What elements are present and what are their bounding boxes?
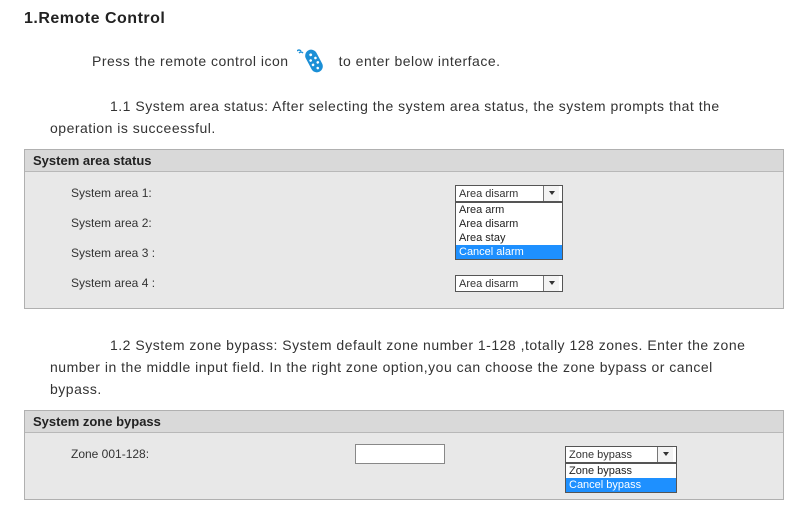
option-zone-bypass[interactable]: Zone bypass [566,464,676,478]
label-system-area-1: System area 1: [25,186,455,200]
zone-number-input[interactable] [355,444,445,464]
intro-after: to enter below interface. [339,53,501,69]
label-system-area-4: System area 4 : [25,276,455,290]
intro-before: Press the remote control icon [92,53,289,69]
chevron-down-icon [657,447,673,462]
option-cancel-alarm[interactable]: Cancel alarm [456,245,562,259]
label-system-area-3: System area 3 : [25,246,455,260]
panel-system-zone-bypass: System zone bypass Zone 001-128: Zone by… [24,410,784,500]
dropdown-zone-bypass: Zone bypass Cancel bypass [565,463,677,493]
heading-remote-control: 1.Remote Control [24,10,788,28]
section-1-2-text: 1.2 System zone bypass: System default z… [50,335,758,400]
option-area-stay[interactable]: Area stay [456,231,562,245]
option-cancel-bypass[interactable]: Cancel bypass [566,478,676,492]
option-area-disarm[interactable]: Area disarm [456,217,562,231]
row-system-area-4: System area 4 : Area disarm [25,268,783,298]
row-system-area-2: System area 2: [25,208,783,238]
select-system-area-1[interactable]: Area disarm [455,185,563,202]
remote-control-icon [297,46,331,76]
panel-system-area-status: System area status System area 1: Area d… [24,149,784,309]
row-system-area-1: System area 1: Area disarm Area arm Area… [25,178,783,208]
select-zone-bypass[interactable]: Zone bypass [565,446,677,463]
select-system-area-4[interactable]: Area disarm [455,275,563,292]
chevron-down-icon [543,186,559,201]
panel-header-zone-bypass: System zone bypass [25,411,783,433]
panel-header-area-status: System area status [25,150,783,172]
dropdown-system-area-1: Area arm Area disarm Area stay Cancel al… [455,202,563,260]
label-system-area-2: System area 2: [25,216,455,230]
row-zone-bypass: Zone 001-128: Zone bypass Zone bypass Ca… [25,439,783,469]
option-area-arm[interactable]: Area arm [456,203,562,217]
section-1-1-text: 1.1 System area status: After selecting … [50,96,758,139]
chevron-down-icon [543,276,559,291]
label-zone-range: Zone 001-128: [25,447,355,461]
intro-line: Press the remote control icon to enter b… [92,46,788,76]
row-system-area-3: System area 3 : [25,238,783,268]
